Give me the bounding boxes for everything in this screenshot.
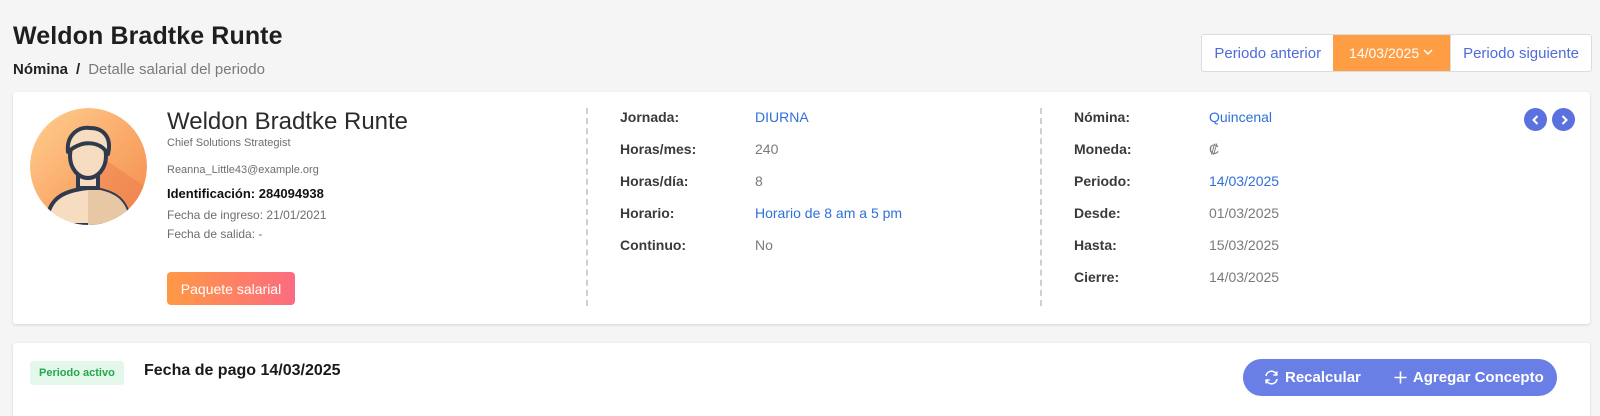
add-concept-button[interactable]: Agregar Concepto (1393, 369, 1544, 386)
chevron-right-icon (1561, 114, 1568, 125)
previous-employee-button[interactable] (1524, 108, 1547, 131)
action-group: Recalcular Agregar Concepto (1243, 359, 1557, 396)
info-row-desde: Desde: 01/03/2025 (1074, 205, 1279, 237)
employee-exit-date: Fecha de salida: - (167, 227, 263, 241)
info-value: 8 (755, 173, 763, 189)
info-row-continuo: Continuo: No (620, 237, 902, 269)
next-period-button[interactable]: Periodo siguiente (1450, 35, 1591, 71)
period-navigation: Periodo anterior 14/03/2025 Periodo sigu… (1201, 34, 1592, 72)
period-date-select[interactable]: 14/03/2025 (1333, 35, 1451, 71)
info-label: Cierre: (1074, 269, 1120, 285)
info-label: Nómina: (1074, 109, 1130, 125)
pay-date: Fecha de pago 14/03/2025 (144, 362, 341, 379)
employee-identification: Identificación: 284094938 (167, 186, 324, 201)
info-label: Periodo: (1074, 173, 1131, 189)
user-avatar-icon (30, 108, 147, 225)
payroll-info: Nómina: Quincenal Moneda: ₡ Periodo: 14/… (1074, 109, 1279, 301)
salary-package-button[interactable]: Paquete salarial (167, 272, 295, 305)
info-row-jornada: Jornada: DIURNA (620, 109, 902, 141)
status-badge: Periodo activo (30, 361, 124, 385)
info-row-cierre: Cierre: 14/03/2025 (1074, 269, 1279, 301)
employee-card: Weldon Bradtke Runte Chief Solutions Str… (13, 92, 1590, 324)
info-row-horario: Horario: Horario de 8 am a 5 pm (620, 205, 902, 237)
info-row-periodo: Periodo: 14/03/2025 (1074, 173, 1279, 205)
info-row-moneda: Moneda: ₡ (1074, 141, 1279, 173)
divider (1040, 108, 1042, 306)
plus-icon (1394, 371, 1407, 384)
info-label: Jornada: (620, 109, 680, 125)
employee-hire-date: Fecha de ingreso: 21/01/2021 (167, 208, 327, 222)
info-label: Moneda: (1074, 141, 1132, 157)
info-value: 01/03/2025 (1209, 205, 1280, 221)
info-row-horas-dia: Horas/día: 8 (620, 173, 902, 205)
info-value: 15/03/2025 (1209, 237, 1280, 253)
previous-period-button[interactable]: Periodo anterior (1202, 35, 1333, 71)
breadcrumb-root[interactable]: Nómina (13, 61, 68, 78)
info-value[interactable]: Quincenal (1209, 109, 1272, 141)
info-value: ₡ (1209, 141, 1220, 157)
next-employee-button[interactable] (1552, 108, 1575, 131)
info-label: Desde: (1074, 205, 1121, 221)
refresh-icon (1265, 370, 1278, 385)
info-label: Horas/día: (620, 173, 689, 189)
info-value[interactable]: Horario de 8 am a 5 pm (755, 205, 902, 237)
employee-navigation (1524, 108, 1575, 131)
breadcrumb-current: Detalle salarial del periodo (88, 61, 265, 78)
breadcrumb: Nómina / Detalle salarial del periodo (13, 61, 265, 78)
info-value: 240 (755, 141, 779, 157)
breadcrumb-separator: / (76, 61, 81, 78)
chevron-down-icon (1422, 45, 1434, 61)
info-label: Horario: (620, 205, 675, 221)
info-row-nomina: Nómina: Quincenal (1074, 109, 1279, 141)
chevron-left-icon (1531, 114, 1538, 125)
page-title: Weldon Bradtke Runte (13, 22, 283, 50)
info-value: 14/03/2025 (1209, 269, 1280, 285)
info-row-hasta: Hasta: 15/03/2025 (1074, 237, 1279, 269)
info-label: Horas/mes: (620, 141, 697, 157)
add-concept-label: Agregar Concepto (1412, 369, 1544, 386)
info-row-horas-mes: Horas/mes: 240 (620, 141, 902, 173)
schedule-info: Jornada: DIURNA Horas/mes: 240 Horas/día… (620, 109, 902, 269)
info-value[interactable]: DIURNA (755, 109, 809, 141)
info-value: No (755, 237, 773, 253)
employee-role: Chief Solutions Strategist (167, 137, 291, 149)
info-label: Hasta: (1074, 237, 1117, 253)
payment-card: Periodo activo Fecha de pago 14/03/2025 … (13, 343, 1590, 416)
recalculate-button[interactable]: Recalcular (1263, 369, 1361, 386)
employee-name: Weldon Bradtke Runte (167, 108, 409, 135)
period-date-value: 14/03/2025 (1349, 45, 1420, 61)
info-value[interactable]: 14/03/2025 (1209, 173, 1279, 205)
employee-email: Reanna_Little43@example.org (167, 164, 319, 176)
avatar (30, 108, 147, 225)
info-label: Continuo: (620, 237, 687, 253)
divider (586, 108, 588, 306)
recalculate-label: Recalcular (1285, 369, 1361, 386)
